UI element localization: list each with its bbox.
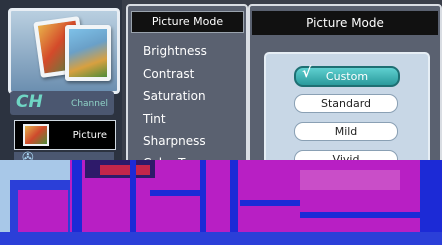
picture-menu-icon <box>8 8 120 94</box>
photo-front-icon <box>65 25 111 81</box>
option-mild-label: Mild <box>334 125 358 138</box>
brightness-item[interactable]: Brightness <box>143 44 207 58</box>
channel-icon: CH <box>16 92 43 112</box>
option-custom-label: Custom <box>325 70 369 83</box>
option-standard[interactable]: Standard <box>294 94 398 113</box>
option-standard-label: Standard <box>320 97 372 110</box>
picture-label: Picture <box>72 130 107 141</box>
picture-mode-item[interactable]: Picture Mode <box>131 11 244 33</box>
channel-label: Channel <box>71 99 108 109</box>
main-menu-column: CH Channel Picture ✇ <box>0 0 122 168</box>
tint-item[interactable]: Tint <box>143 112 166 126</box>
picture-mode-panel: Picture Mode √ Custom Standard Mild Vivi… <box>248 4 442 173</box>
mode-options: √ Custom Standard Mild Vivid <box>264 52 430 171</box>
saturation-item[interactable]: Saturation <box>143 89 206 103</box>
contrast-item[interactable]: Contrast <box>143 67 194 81</box>
tv-osd-frame: CH Channel Picture ✇ Picture Mode Bright… <box>0 0 442 245</box>
menu-item-channel[interactable]: CH Channel <box>10 91 114 115</box>
menu-item-picture[interactable]: Picture <box>14 120 116 150</box>
option-mild[interactable]: Mild <box>294 122 398 141</box>
signal-glitch-overlay <box>0 160 442 245</box>
option-custom[interactable]: √ Custom <box>294 65 400 87</box>
panel-title: Picture Mode <box>252 11 438 35</box>
picture-settings-list: Picture Mode Brightness Contrast Saturat… <box>126 4 248 173</box>
picture-icon <box>23 124 49 146</box>
check-icon: √ <box>302 65 312 81</box>
sharpness-item[interactable]: Sharpness <box>143 134 206 148</box>
